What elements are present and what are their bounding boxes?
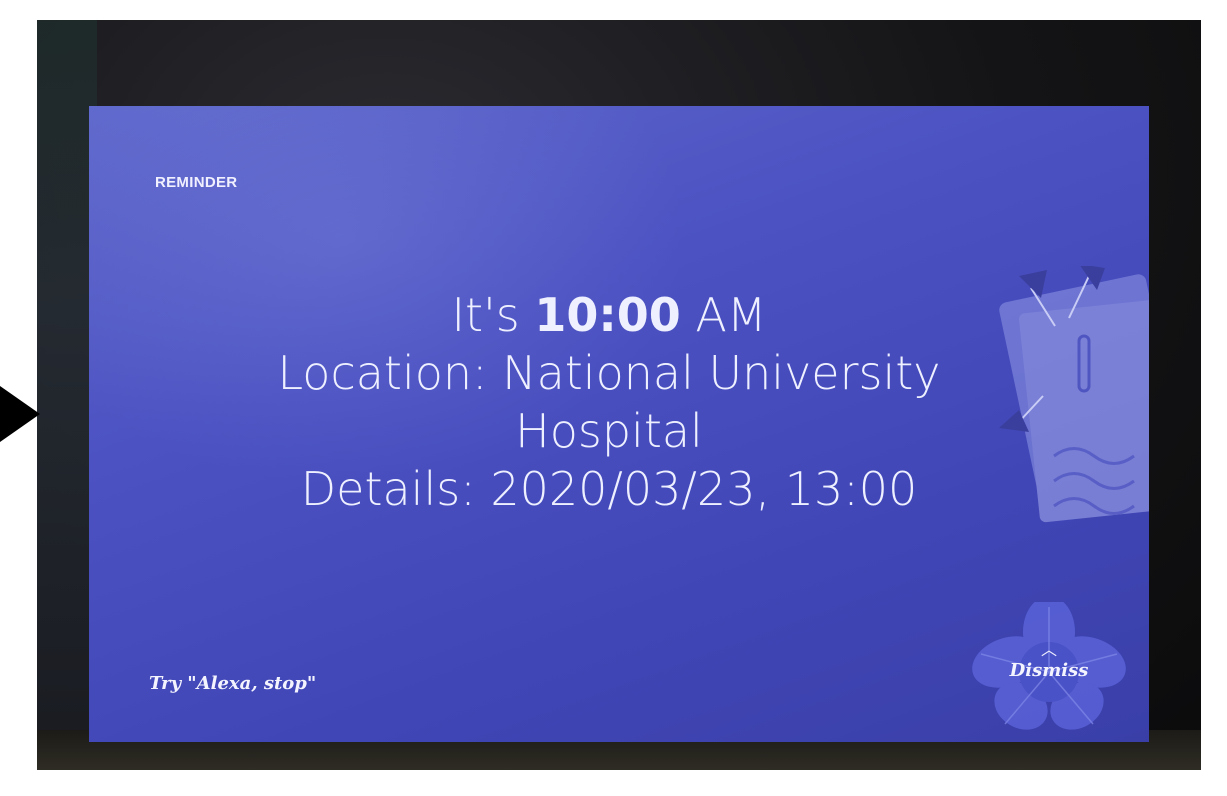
time-line: It's 10:00 AM	[149, 286, 1069, 344]
dismiss-button[interactable]: ︿ Dismiss	[969, 602, 1129, 732]
location-line: Location: National University	[277, 346, 941, 400]
details-line: Details: 2020/03/23, 13:00	[300, 462, 918, 516]
photo-frame: REMINDER It's 10:00 AM Location: Nationa…	[37, 20, 1201, 770]
time-value: 10:00	[534, 288, 681, 342]
chevron-up-icon: ︿	[1040, 640, 1057, 659]
voice-hint: Try "Alexa, stop"	[149, 673, 317, 694]
location-line-2: Hospital	[515, 404, 703, 458]
reminder-label: REMINDER	[155, 174, 238, 191]
time-suffix: AM	[695, 288, 767, 342]
pointer-arrow-icon	[0, 386, 40, 442]
reminder-content: It's 10:00 AM Location: National Univers…	[149, 286, 1069, 518]
dismiss-label: Dismiss	[1009, 660, 1089, 681]
time-prefix: It's	[451, 288, 520, 342]
reminder-screen: REMINDER It's 10:00 AM Location: Nationa…	[89, 106, 1149, 742]
